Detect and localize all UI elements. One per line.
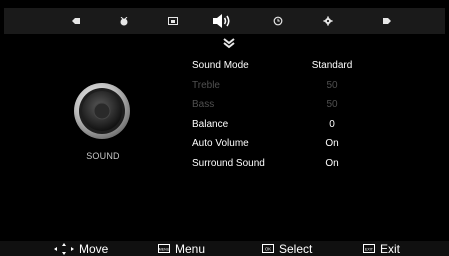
setting-label: Surround Sound <box>192 158 265 169</box>
menu-tab-bar <box>4 8 445 34</box>
setting-label: Balance <box>192 119 229 130</box>
setting-value: 0 <box>329 119 335 130</box>
menu-key-text: MENU <box>159 247 170 251</box>
channel-icon <box>120 16 128 25</box>
exit-key-icon: EXIT <box>363 244 375 253</box>
tab-channel[interactable] <box>104 8 144 34</box>
setting-label: Bass <box>192 99 215 110</box>
setting-treble: Treble 50 <box>0 80 449 94</box>
hint-exit: EXIT Exit <box>363 241 400 256</box>
ok-key-text: OK <box>265 246 271 251</box>
setting-value: Standard <box>311 60 353 71</box>
sound-icon <box>213 14 230 28</box>
menu-key-icon: MENU <box>158 244 170 253</box>
ok-key-icon: OK <box>262 244 274 253</box>
setting-bass: Bass 50 <box>0 99 449 113</box>
hint-select-label: Select <box>279 241 313 256</box>
tab-setup[interactable] <box>308 8 348 34</box>
setting-value: 50 <box>326 99 338 110</box>
exit-key-text: EXIT <box>365 247 374 251</box>
setting-sound-mode[interactable]: Sound Mode Standard <box>0 60 449 74</box>
hint-move-label: Move <box>79 241 109 256</box>
setup-icon <box>323 16 333 26</box>
tab-lock[interactable] <box>367 8 407 34</box>
setting-auto-volume[interactable]: Auto Volume On <box>0 138 449 152</box>
picture-icon <box>72 18 80 24</box>
setting-label: Sound Mode <box>192 60 249 71</box>
hint-menu-label: Menu <box>175 241 206 256</box>
setting-label: Auto Volume <box>192 138 249 149</box>
setting-label: Treble <box>192 80 220 91</box>
setting-surround-sound[interactable]: Surround Sound On <box>0 158 449 172</box>
chevron-up-icon[interactable] <box>222 37 236 49</box>
setting-value: 50 <box>326 80 338 91</box>
tab-screen[interactable] <box>153 8 193 34</box>
setting-value: On <box>325 138 339 149</box>
hint-select: OK Select <box>262 241 312 256</box>
tab-time[interactable] <box>258 8 298 34</box>
osd-screen: SOUND Sound Mode Standard Treble 50 Bass… <box>0 0 449 256</box>
hint-exit-label: Exit <box>380 241 401 256</box>
tab-sound[interactable] <box>202 8 242 34</box>
hint-menu: MENU Menu <box>158 241 205 256</box>
screen-icon <box>168 17 178 25</box>
clock-icon <box>273 16 283 26</box>
move-arrows-icon <box>54 242 74 255</box>
footer-hint-bar: Move MENU Menu OK Select EXIT Exit <box>0 241 449 256</box>
lock-icon <box>383 18 391 24</box>
setting-balance[interactable]: Balance 0 <box>0 119 449 133</box>
setting-value: On <box>325 158 339 169</box>
tab-picture[interactable] <box>56 8 96 34</box>
hint-move: Move <box>54 241 108 256</box>
